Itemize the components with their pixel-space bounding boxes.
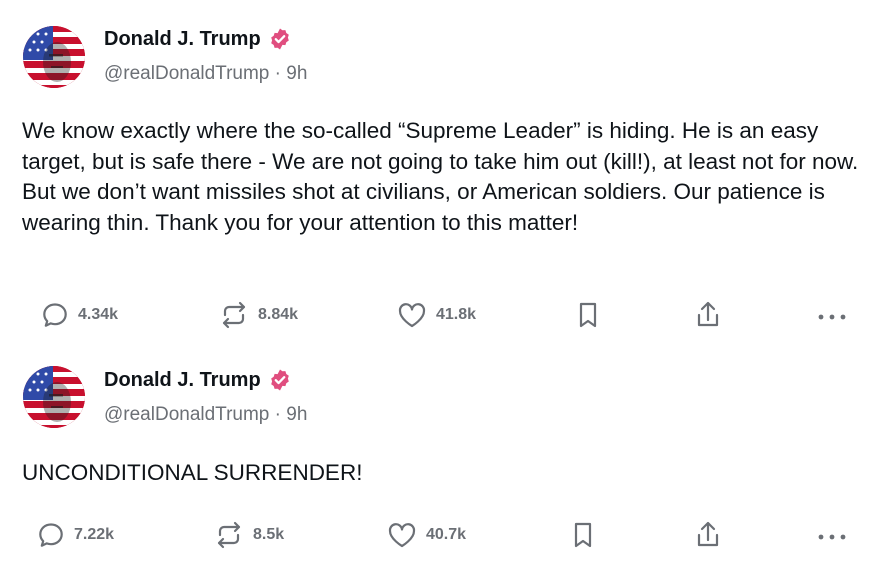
verified-badge-icon xyxy=(268,27,292,51)
bookmark-button[interactable] xyxy=(574,298,602,332)
post: Donald J. Trump @realDonaldTrump · 9h We… xyxy=(0,0,877,345)
like-button[interactable]: 40.7k xyxy=(386,518,466,552)
share-icon xyxy=(692,299,724,331)
bookmark-icon xyxy=(569,520,597,550)
repost-button[interactable]: 8.84k xyxy=(218,298,298,332)
repost-icon xyxy=(218,300,250,330)
repost-icon xyxy=(213,520,245,550)
like-button[interactable]: 41.8k xyxy=(396,298,476,332)
more-icon xyxy=(815,300,849,330)
post-text: We know exactly where the so-called “Sup… xyxy=(22,118,859,235)
post-text: UNCONDITIONAL SURRENDER! xyxy=(22,460,363,485)
author-meta: @realDonaldTrump · 9h xyxy=(104,63,307,85)
post: Donald J. Trump @realDonaldTrump · 9h UN… xyxy=(0,345,877,574)
author-handle[interactable]: @realDonaldTrump xyxy=(104,63,269,84)
reply-icon xyxy=(40,300,70,330)
bookmark-button[interactable] xyxy=(569,518,597,552)
avatar[interactable] xyxy=(23,26,85,88)
reply-count: 7.22k xyxy=(74,526,115,543)
reply-icon xyxy=(36,520,66,550)
meta-separator: · xyxy=(274,63,281,84)
like-icon xyxy=(396,300,428,330)
repost-button[interactable]: 8.5k xyxy=(213,518,284,552)
meta-separator: · xyxy=(274,404,281,425)
share-button[interactable] xyxy=(692,298,724,332)
share-icon xyxy=(692,519,724,551)
author-name[interactable]: Donald J. Trump xyxy=(104,369,261,392)
more-icon xyxy=(815,520,849,550)
post-time[interactable]: 9h xyxy=(286,404,307,425)
avatar[interactable] xyxy=(23,366,85,428)
reply-button[interactable]: 7.22k xyxy=(36,518,114,552)
post-actions: 7.22k 8.5k 40.7k xyxy=(0,518,877,552)
author-meta: @realDonaldTrump · 9h xyxy=(104,404,307,426)
more-options-button[interactable] xyxy=(815,518,849,552)
author-row: Donald J. Trump xyxy=(104,27,292,51)
like-count: 41.8k xyxy=(436,306,477,323)
author-handle[interactable]: @realDonaldTrump xyxy=(104,404,269,425)
like-icon xyxy=(386,520,418,550)
repost-count: 8.84k xyxy=(258,306,299,323)
author-name[interactable]: Donald J. Trump xyxy=(104,28,261,51)
reply-count: 4.34k xyxy=(78,306,119,323)
like-count: 40.7k xyxy=(426,526,467,543)
post-actions: 4.34k 8.84k 41.8k xyxy=(0,298,877,332)
reply-button[interactable]: 4.34k xyxy=(40,298,118,332)
post-time[interactable]: 9h xyxy=(286,63,307,84)
bookmark-icon xyxy=(574,300,602,330)
author-row: Donald J. Trump xyxy=(104,368,292,392)
more-options-button[interactable] xyxy=(815,298,849,332)
share-button[interactable] xyxy=(692,518,724,552)
repost-count: 8.5k xyxy=(253,526,285,543)
verified-badge-icon xyxy=(268,368,292,392)
